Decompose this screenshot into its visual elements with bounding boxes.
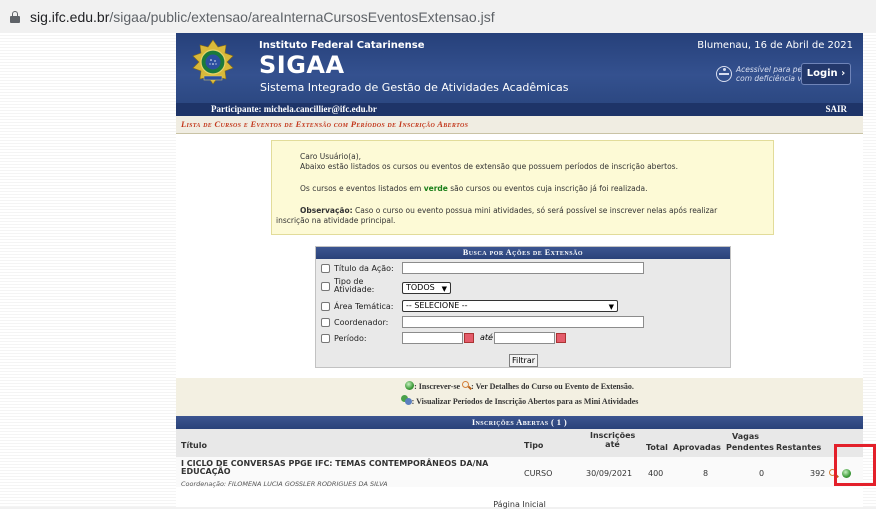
- col-aprovadas: Aprovadas: [673, 443, 721, 452]
- row-coordenacao: Coordenação: FILOMENA LUCIA GOSSLER RODR…: [181, 480, 388, 488]
- search-form-header: Busca por Ações de Extensão: [316, 247, 730, 259]
- table-caption: Inscrições Abertas ( 1 ): [176, 416, 863, 429]
- row-titulo-2: EDUCAÇÃO: [181, 467, 231, 476]
- left-margin-pattern: [0, 33, 176, 507]
- tipo-label-2: Atividade:: [334, 285, 375, 294]
- legend-detalhes: : Ver Detalhes do Curso ou Evento de Ext…: [471, 382, 634, 391]
- row-tipo: CURSO: [524, 469, 553, 478]
- page-title: Lista de Cursos e Eventos de Extensão co…: [176, 116, 863, 134]
- col-total: Total: [646, 443, 668, 452]
- col-vagas: Vagas: [732, 432, 760, 441]
- notice-line2: Os cursos e eventos listados em verde sã…: [300, 184, 763, 194]
- login-button[interactable]: Login ›: [801, 63, 851, 85]
- calendar-icon[interactable]: [464, 333, 474, 343]
- table-column-headers: Título Tipo Inscrições até Vagas Total A…: [176, 429, 863, 457]
- titulo-label: Título da Ação:: [334, 263, 394, 273]
- chevron-down-icon: ▼: [441, 285, 447, 293]
- browser-url-bar[interactable]: sig.ifc.edu.br/sigaa/public/extensao/are…: [0, 0, 876, 33]
- notice-obs-text2: inscrição na atividade principal.: [276, 216, 396, 225]
- highlight-box: [834, 444, 876, 486]
- notice-intro: Caro Usuário(a), Abaixo estão listados o…: [300, 152, 763, 172]
- area-select[interactable]: -- SELECIONE -- ▼: [402, 300, 618, 312]
- tipo-select-value: TODOS: [406, 283, 435, 292]
- notice-greeting: Caro Usuário(a),: [300, 152, 362, 161]
- app-subtitle: Sistema Integrado de Gestão de Atividade…: [260, 81, 569, 94]
- magnifier-icon: [462, 381, 471, 390]
- area-checkbox[interactable]: [321, 301, 330, 311]
- row-inscricoes-ate: 30/09/2021: [586, 469, 633, 478]
- tipo-label: Tipo de Atividade:: [334, 278, 374, 294]
- periodo-end-input[interactable]: [494, 332, 555, 344]
- tipo-checkbox[interactable]: [321, 281, 330, 291]
- col-tipo: Tipo: [524, 441, 544, 450]
- row-pendentes: 0: [759, 469, 765, 478]
- col-pendentes: Pendentes: [726, 443, 774, 452]
- calendar-icon[interactable]: [556, 333, 566, 343]
- coordenador-label: Coordenador:: [334, 317, 389, 327]
- periodo-start-input[interactable]: [402, 332, 463, 344]
- logout-link[interactable]: SAIR: [825, 103, 847, 116]
- legend-mini: : Visualizar Períodos de Inscrição Abert…: [411, 397, 639, 406]
- coordenador-checkbox[interactable]: [321, 317, 330, 327]
- notice-obs-label: Observação:: [300, 206, 353, 215]
- right-margin-pattern: [863, 33, 876, 507]
- col-inscricoes-1: Inscrições: [590, 431, 636, 440]
- periodo-checkbox[interactable]: [321, 333, 330, 343]
- app-logo-text: SIGAA: [259, 51, 345, 79]
- url-host: sig.ifc.edu.br: [30, 8, 110, 25]
- row-restantes: 392: [810, 469, 826, 478]
- header-date: Blumenau, 16 de Abril de 2021: [697, 40, 853, 51]
- notice-obs-text: Caso o curso ou evento possua mini ativi…: [352, 206, 718, 215]
- subscribe-icon: [405, 381, 415, 390]
- coat-of-arms-logo: [192, 39, 234, 85]
- url-path: /sigaa/public/extensao/areaInternaCursos…: [109, 8, 495, 25]
- notice-line2-b: são cursos ou eventos cuja inscrição já …: [447, 184, 648, 193]
- chevron-down-icon: ▼: [608, 303, 614, 311]
- accessibility-icon: [716, 66, 732, 82]
- periodo-label: Período:: [334, 333, 367, 343]
- col-restantes: Restantes: [776, 443, 822, 452]
- user-bar: Participante: michela.cancillier@ifc.edu…: [176, 103, 863, 116]
- row-area: Área Temática:: [321, 299, 393, 313]
- row-periodo: Período:: [321, 331, 367, 345]
- tipo-select[interactable]: TODOS ▼: [402, 282, 451, 294]
- ate-label: até: [480, 333, 493, 342]
- row-titulo: I CICLO DE CONVERSAS PPGE IFC: TEMAS CON…: [181, 460, 511, 476]
- notice-line1: Abaixo estão listados os cursos ou event…: [300, 162, 678, 171]
- notice-verde: verde: [423, 184, 448, 193]
- institution-name: Instituto Federal Catarinense: [259, 40, 425, 51]
- main-content: Instituto Federal Catarinense Blumenau, …: [176, 33, 863, 509]
- table-row: I CICLO DE CONVERSAS PPGE IFC: TEMAS CON…: [176, 457, 863, 488]
- legend-inscrever: : Inscrever-se: [414, 382, 461, 391]
- lock-icon: [10, 10, 20, 23]
- icon-legend: : Inscrever-se : Ver Detalhes do Curso o…: [176, 378, 863, 416]
- home-link[interactable]: Página Inicial: [176, 500, 863, 509]
- row-coordenador: Coordenador:: [321, 315, 388, 329]
- coordenador-input[interactable]: [402, 316, 644, 328]
- col-titulo: Título: [181, 441, 207, 450]
- row-total: 400: [648, 469, 664, 478]
- filter-button[interactable]: Filtrar: [509, 354, 538, 367]
- row-titulo: Título da Ação:: [321, 261, 394, 275]
- titulo-input[interactable]: [402, 262, 644, 274]
- titulo-checkbox[interactable]: [321, 263, 330, 273]
- notice-observation: Observação: Caso o curso ou evento possu…: [272, 206, 763, 226]
- mini-activities-icon: [400, 395, 412, 405]
- area-label: Área Temática:: [334, 301, 394, 311]
- site-header: Instituto Federal Catarinense Blumenau, …: [176, 33, 863, 103]
- row-aprovadas: 8: [703, 469, 709, 478]
- area-select-value: -- SELECIONE --: [406, 301, 468, 310]
- notice-line2-a: Os cursos e eventos listados em: [300, 184, 424, 193]
- participant-label: Participante: michela.cancillier@ifc.edu…: [211, 104, 377, 114]
- legend-line-1: : Inscrever-se : Ver Detalhes do Curso o…: [176, 381, 863, 391]
- legend-line-2: : Visualizar Períodos de Inscrição Abert…: [176, 395, 863, 406]
- search-form: Busca por Ações de Extensão Título da Aç…: [315, 246, 731, 368]
- col-inscricoes-2: até: [605, 440, 620, 449]
- row-tipo: Tipo de Atividade:: [321, 277, 374, 295]
- info-notice: Caro Usuário(a), Abaixo estão listados o…: [271, 140, 774, 235]
